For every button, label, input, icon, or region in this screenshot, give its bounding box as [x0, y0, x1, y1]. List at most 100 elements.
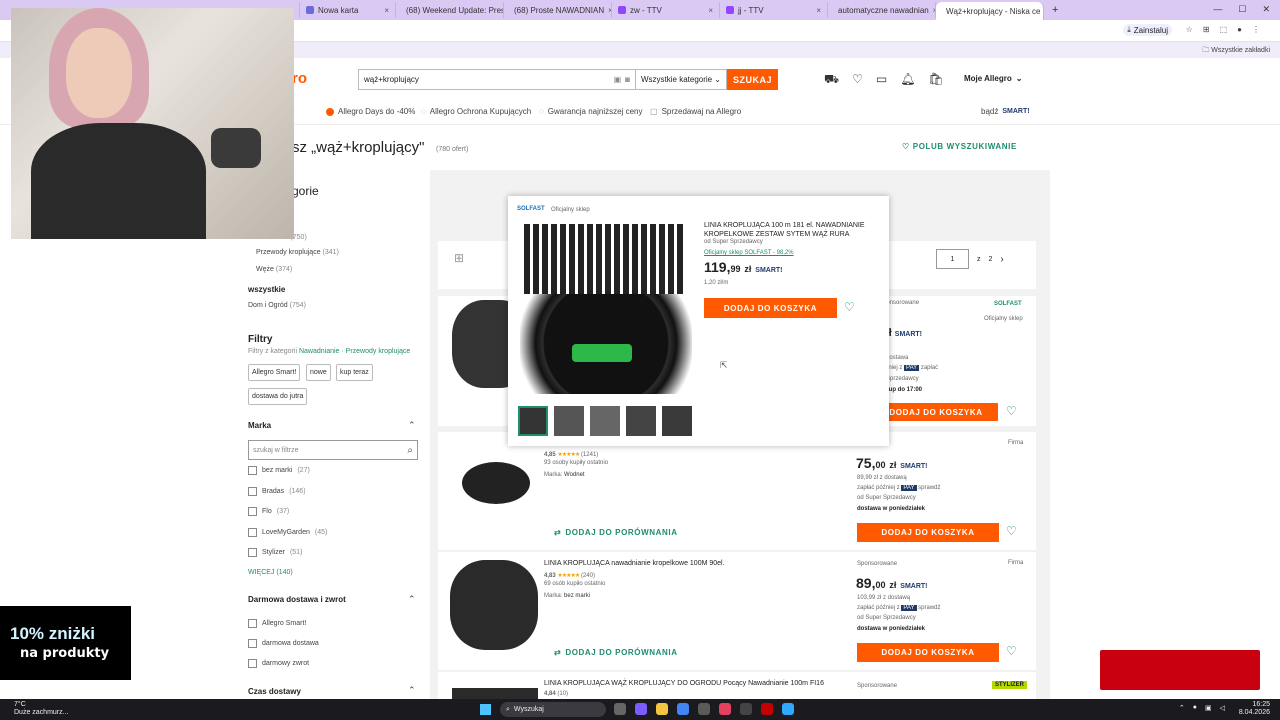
- delivery-checkbox[interactable]: Allegro Smart!: [248, 619, 306, 628]
- close-icon[interactable]: ×: [708, 6, 713, 15]
- heart-icon[interactable]: ♡: [852, 72, 863, 88]
- chevron-up-icon[interactable]: ⌃: [408, 594, 416, 605]
- mic-icon[interactable]: ●: [1193, 704, 1197, 712]
- task-view-icon[interactable]: [614, 703, 626, 715]
- shop-badge[interactable]: SOLFAST: [994, 301, 1022, 307]
- close-icon[interactable]: ×: [384, 6, 389, 15]
- cart-icon[interactable]: 🛍︎: [928, 72, 943, 88]
- brand-checkbox[interactable]: bez marki (27): [248, 466, 310, 475]
- save-search-button[interactable]: ♡ POLUB WYSZUKIWANIE: [902, 142, 1017, 151]
- pager-total[interactable]: 2: [989, 256, 993, 263]
- thumbnail[interactable]: [554, 406, 584, 436]
- add-to-cart-button[interactable]: DODAJ DO KOSZYKA: [874, 403, 998, 421]
- menu-icon[interactable]: ⋮: [1252, 25, 1260, 34]
- camera-icon[interactable]: ◙: [625, 75, 630, 84]
- popover-title[interactable]: LINIA KROPLUJĄCA 100 m 181 el. NAWADNIAN…: [704, 221, 874, 239]
- tab-allegro-active[interactable]: Wąż+kroplujący - Niska ce×: [936, 2, 1044, 20]
- chevron-right-icon[interactable]: ›: [1000, 254, 1003, 265]
- app-icon[interactable]: [698, 703, 710, 715]
- delivery-checkbox[interactable]: darmowy zwrot: [248, 659, 309, 668]
- cat-item[interactable]: Przewody kroplujące (341): [256, 249, 339, 256]
- promo-protection[interactable]: ◌ Allegro Ochrona Kupujących: [421, 107, 531, 116]
- add-to-cart-button[interactable]: DODAJ DO KOSZYKA: [857, 523, 999, 542]
- image-search-icon[interactable]: ▣: [614, 75, 622, 84]
- close-window-icon[interactable]: ✕: [1262, 4, 1270, 15]
- page-input[interactable]: 1: [936, 249, 969, 269]
- photoshop-icon[interactable]: [782, 703, 794, 715]
- product-image[interactable]: [452, 688, 538, 699]
- brand-checkbox[interactable]: LoveMyGarden (45): [248, 528, 327, 537]
- app-icon[interactable]: [719, 703, 731, 715]
- heart-icon[interactable]: ♡: [1006, 404, 1017, 418]
- brand-checkbox[interactable]: Stylizer (51): [248, 548, 302, 557]
- thumbnail[interactable]: [626, 406, 656, 436]
- filters-link[interactable]: Nawadnianie · Przewody kroplujące: [299, 348, 410, 355]
- offer-title[interactable]: LINIA KROPLUJĄCA nawadnianie kropelkowe …: [544, 560, 725, 567]
- explorer-icon[interactable]: [656, 703, 668, 715]
- minimize-icon[interactable]: —: [1213, 4, 1222, 15]
- brand-checkbox[interactable]: Bradas (146): [248, 487, 306, 496]
- chat-icon[interactable]: ▭: [876, 72, 887, 88]
- promo-days[interactable]: Allegro Days do -40%: [326, 107, 415, 116]
- windows-start-icon[interactable]: [480, 704, 491, 715]
- offer-title[interactable]: LINIA KROPLUJĄCA WĄŻ KROPLUJĄCY DO OGROD…: [544, 680, 824, 687]
- tab-google[interactable]: automatyczne nawadnian×: [828, 2, 936, 18]
- taskbar-search[interactable]: ⌕ Wyszukaj: [500, 702, 606, 717]
- tab-twitch-1[interactable]: zw - TTV ×: [612, 2, 720, 18]
- all-item[interactable]: Dom i Ogród (754): [248, 302, 306, 309]
- tab-twitch-2[interactable]: jj - TTV ×: [720, 2, 828, 18]
- delivery-icon[interactable]: ⛟: [824, 72, 839, 88]
- promo-smart[interactable]: bądź SMART!: [981, 107, 1030, 116]
- bell-icon[interactable]: 🔔︎: [900, 72, 915, 88]
- tab-youtube-2[interactable]: (68) Proste NAWADNIAN×: [504, 2, 612, 18]
- tab-new[interactable]: Nowa karta ×: [300, 2, 396, 18]
- heart-icon[interactable]: ♡: [844, 300, 855, 314]
- clock[interactable]: 16:25 8.04.2026: [1239, 701, 1270, 717]
- star-icon[interactable]: ☆: [1186, 25, 1193, 34]
- tag-new[interactable]: nowe: [306, 364, 331, 381]
- offer-card[interactable]: LINIA KROPLUJĄCA nawadnianie kropelkowe …: [438, 552, 1036, 670]
- add-to-compare-button[interactable]: ⇄ DODAJ DO PORÓWNANIA: [554, 528, 678, 537]
- my-allegro-menu[interactable]: Moje Allegro ⌄: [964, 74, 1022, 83]
- all-bookmarks[interactable]: 🗀 Wszystkie zakładki: [1202, 46, 1270, 57]
- heart-icon[interactable]: ♡: [1006, 524, 1017, 538]
- add-to-compare-button[interactable]: ⇄ DODAJ DO PORÓWNANIA: [554, 648, 678, 657]
- close-icon[interactable]: ×: [816, 6, 821, 15]
- product-main-image[interactable]: [520, 224, 692, 394]
- tag-buy-now[interactable]: kup teraz: [336, 364, 373, 381]
- search-button[interactable]: SZUKAJ: [727, 69, 778, 90]
- search-input[interactable]: wąż+kroplujący ▣ ◙: [358, 69, 635, 90]
- app-icon[interactable]: [761, 703, 773, 715]
- grid-view-icon[interactable]: ⊞: [454, 251, 464, 265]
- chevron-up-icon[interactable]: ⌃: [1179, 704, 1185, 712]
- weather-widget[interactable]: 7°C Duże zachmurz...: [14, 701, 68, 717]
- thumbnail[interactable]: [590, 406, 620, 436]
- chevron-up-icon[interactable]: ⌃: [408, 420, 416, 431]
- category-select[interactable]: Wszystkie kategorie ⌄: [635, 69, 727, 90]
- thumbnail[interactable]: [518, 406, 548, 436]
- teams-icon[interactable]: [635, 703, 647, 715]
- offer-card[interactable]: LINIA KROPLUJĄCA WĄŻ KROPLUJĄCY DO OGROD…: [438, 672, 1036, 699]
- chrome-icon[interactable]: [677, 703, 689, 715]
- brand-checkbox[interactable]: Flo (37): [248, 507, 289, 516]
- tag-smart[interactable]: Allegro Smart!: [248, 364, 301, 381]
- promo-guarantee[interactable]: ◌ Gwarancja najniższej ceny: [539, 107, 642, 116]
- heart-icon[interactable]: ♡: [1006, 644, 1017, 658]
- shop-link[interactable]: Oficjalny sklep SOLFAST - 98,2%: [704, 250, 794, 256]
- cat-item[interactable]: Węże (374): [256, 266, 292, 273]
- network-icon[interactable]: ▣: [1205, 704, 1212, 712]
- more-brands-link[interactable]: WIĘCEJ (140): [248, 569, 293, 576]
- brand-search-input[interactable]: szukaj w filtrze ⌕: [248, 440, 418, 460]
- extensions-icon[interactable]: ⊞: [1203, 25, 1210, 34]
- offer-card[interactable]: 4,85 ★★★★★ (1241) 93 osoby kupiły ostatn…: [438, 432, 1036, 550]
- profile-icon[interactable]: ●: [1237, 25, 1242, 34]
- product-image[interactable]: [450, 560, 538, 650]
- volume-icon[interactable]: ◁: [1220, 704, 1225, 712]
- add-to-cart-button[interactable]: DODAJ DO KOSZYKA: [857, 643, 999, 662]
- thumbnail[interactable]: [662, 406, 692, 436]
- app-icon[interactable]: [740, 703, 752, 715]
- add-to-cart-button[interactable]: DODAJ DO KOSZYKA: [704, 298, 837, 318]
- chevron-up-icon[interactable]: ⌃: [408, 685, 416, 696]
- promo-sell[interactable]: ▢ Sprzedawaj na Allegro: [650, 107, 741, 116]
- delivery-checkbox[interactable]: darmowa dostawa: [248, 639, 319, 648]
